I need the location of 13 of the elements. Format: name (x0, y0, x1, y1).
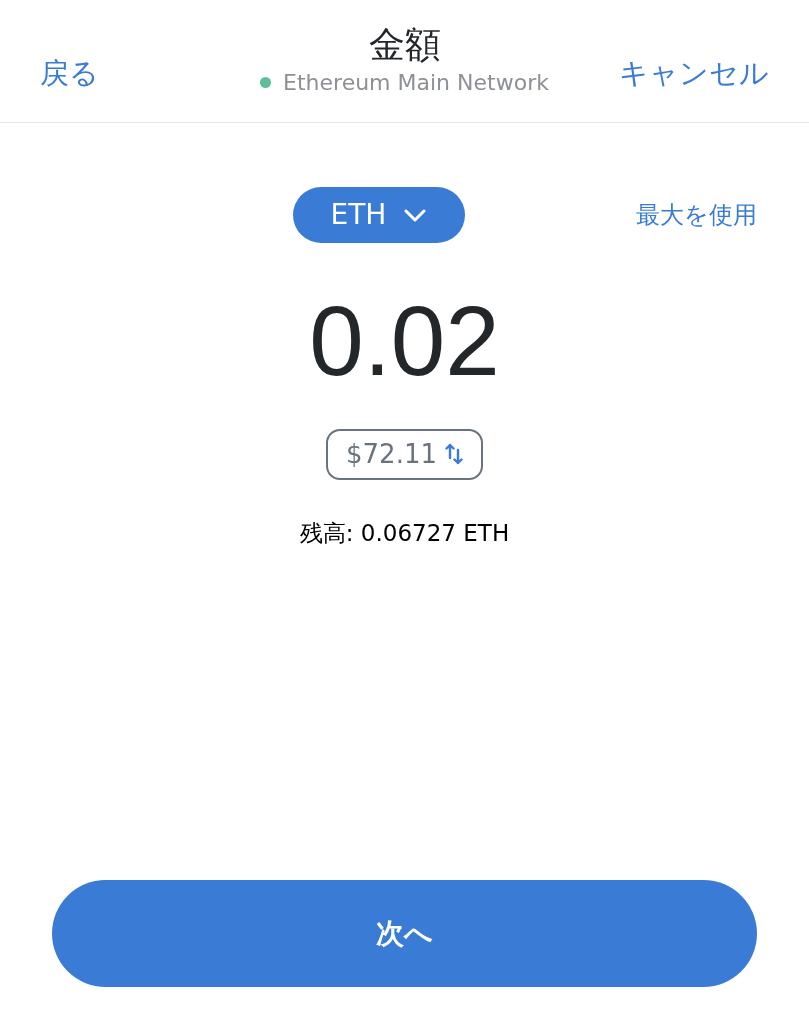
amount-value: 0.02 (308, 285, 501, 398)
network-name: Ethereum Main Network (283, 69, 549, 98)
screen-title: 金額 (367, 22, 442, 67)
use-max-link[interactable]: 最大を使用 (636, 197, 757, 233)
chevron-down-icon (404, 208, 427, 222)
cancel-link[interactable]: キャンセル (619, 52, 769, 96)
currency-toggle[interactable]: $72.11 (326, 428, 483, 480)
balance-text: 残高: 0.06727 ETH (298, 518, 511, 548)
token-selector[interactable]: ETH (292, 187, 465, 243)
back-link[interactable]: 戻る (40, 52, 261, 96)
swap-arrows-icon (445, 443, 463, 466)
next-button[interactable]: 次へ (52, 880, 757, 987)
network-status-icon (260, 77, 272, 89)
